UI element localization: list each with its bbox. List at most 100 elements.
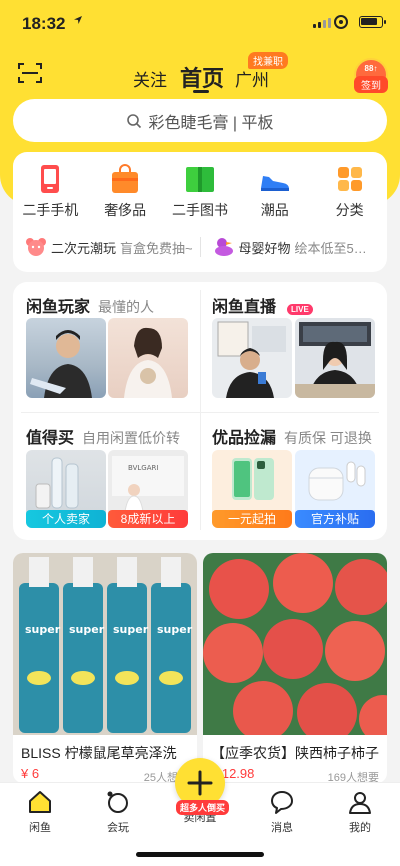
message-icon: [271, 791, 293, 814]
category-label: 奢侈品: [104, 202, 147, 218]
deal-photo-phone[interactable]: 一元起拍: [212, 450, 292, 528]
bag-icon: [112, 164, 139, 193]
section-title: 闲鱼直播: [212, 299, 277, 316]
deal-photo-airpods[interactable]: 官方补贴: [295, 450, 375, 528]
tab-messages[interactable]: 消息: [252, 789, 312, 835]
category-phones[interactable]: 二手手机: [15, 164, 85, 220]
person-photo: [30, 330, 92, 398]
location-arrow-icon: [74, 16, 82, 24]
shampoo-photo: super super super super: [13, 553, 197, 735]
tab-label: 闲鱼: [29, 822, 51, 834]
plus-icon: [187, 770, 213, 796]
play-icon: [107, 791, 128, 813]
feed-card-price: ¥ 6: [21, 766, 40, 781]
promo-title: 二次元潮玩: [51, 240, 117, 256]
promo-anime-toys[interactable]: 二次元潮玩 盲盒免费抽~: [13, 232, 200, 262]
category-label: 二手图书: [171, 202, 228, 218]
bear-icon: [26, 238, 46, 256]
section-subtitle: 最懂的人: [98, 299, 155, 315]
category-label: 二手手机: [22, 202, 79, 218]
section-subtitle: 有质保 可退换: [284, 430, 372, 446]
category-card: 二手手机 奢侈品 二手图书 潮品 分类 二次元潮玩 盲盒免费抽~ 母婴好物 绘本…: [13, 152, 387, 272]
divider: [200, 290, 201, 530]
phone-icon: [41, 165, 60, 193]
tag-one-yuan-start: 一元起拍: [212, 510, 292, 528]
battery-icon: [359, 16, 386, 28]
person-photo: [295, 322, 375, 398]
cellular-signal-icon: [313, 18, 331, 28]
tag-official-subsidy: 官方补贴: [295, 510, 375, 528]
product-feed: super super super super BLISS 柠檬鼠尾草亮泽洗 ¥…: [13, 553, 387, 783]
search-icon: [127, 113, 142, 128]
feature-grid-card: 闲鱼玩家 最懂的人 闲鱼直播 LIVE 值得买 自用闲置低价转 个人卖家 BVL…: [13, 282, 387, 540]
tab-xianyu[interactable]: 闲鱼: [10, 789, 70, 835]
signin-label[interactable]: 签到: [354, 76, 388, 93]
signin-points: 88↑: [364, 64, 378, 73]
persimmon-photo: [203, 553, 387, 735]
worth-photo-1[interactable]: 个人卖家: [26, 450, 106, 528]
section-live[interactable]: 闲鱼直播 LIVE: [212, 293, 313, 317]
category-trendy[interactable]: 潮品: [240, 164, 310, 220]
section-worth-buying[interactable]: 值得买 自用闲置低价转: [26, 424, 180, 448]
book-icon: [185, 167, 214, 192]
tab-label: 我的: [349, 822, 371, 834]
category-all[interactable]: 分类: [315, 164, 385, 220]
category-luxury[interactable]: 奢侈品: [90, 164, 160, 220]
scan-icon[interactable]: [18, 62, 42, 84]
tag-personal-seller: 个人卖家: [26, 510, 106, 528]
city-badge: 找兼职: [248, 52, 288, 69]
svg-text:super: super: [157, 623, 193, 636]
home-indicator[interactable]: [136, 852, 264, 857]
tab-me[interactable]: 我的: [330, 789, 390, 835]
person-photo: [124, 327, 172, 398]
worth-photo-2[interactable]: BVLGARI 8成新以上: [108, 450, 188, 528]
divider: [21, 412, 379, 413]
search-bar[interactable]: 彩色睫毛膏 | 平板: [13, 99, 387, 142]
tab-label: 消息: [271, 822, 293, 834]
tab-city[interactable]: 广州: [235, 66, 269, 91]
tab-play[interactable]: 会玩: [88, 789, 148, 835]
live-photo-1[interactable]: [212, 318, 292, 398]
category-label: 分类: [335, 202, 364, 218]
user-icon: [349, 792, 371, 814]
section-good-deals[interactable]: 优品捡漏 有质保 可退换: [212, 424, 372, 448]
tab-label: 会玩: [107, 822, 129, 834]
player-photo-2[interactable]: [108, 318, 188, 398]
section-title: 闲鱼玩家: [26, 299, 91, 316]
tab-follow[interactable]: 关注: [133, 66, 167, 91]
category-books[interactable]: 二手图书: [165, 164, 235, 220]
promo-title: 母婴好物: [238, 240, 291, 256]
feed-card-want-count: 169人想要: [327, 772, 379, 783]
grid-icon: [337, 167, 362, 191]
svg-text:BVLGARI: BVLGARI: [128, 464, 158, 472]
section-title: 优品捡漏: [212, 430, 277, 447]
feed-card-title: 【应季农货】陕西柿子柿子: [211, 745, 379, 761]
svg-text:super: super: [25, 623, 61, 636]
tab-home[interactable]: 首页: [180, 61, 224, 93]
sell-badge: 超多人倒买: [176, 800, 230, 815]
category-label: 潮品: [260, 202, 289, 218]
feed-card-persimmon[interactable]: 【应季农货】陕西柿子柿子 ¥ 12.98 169人想要: [203, 553, 387, 783]
promo-subtitle: 盲盒免费抽~: [120, 240, 193, 256]
search-placeholder: 彩色睫毛膏 | 平板: [148, 114, 274, 132]
wifi-icon: [334, 15, 348, 29]
svg-text:super: super: [69, 623, 105, 636]
status-bar: 18:32: [0, 0, 400, 48]
promo-baby-goods[interactable]: 母婴好物 绘本低至5…: [201, 232, 388, 262]
tag-80-percent-new: 8成新以上: [108, 510, 188, 528]
live-photo-2[interactable]: [295, 318, 375, 398]
section-subtitle: 自用闲置低价转: [82, 430, 181, 446]
player-photo-1[interactable]: [26, 318, 106, 398]
svg-text:super: super: [113, 623, 149, 636]
promo-subtitle: 绘本低至5…: [294, 240, 367, 256]
duck-icon: [214, 238, 233, 256]
person-photo: [217, 321, 286, 398]
status-time: 18:32: [22, 14, 66, 33]
sneaker-icon: [260, 176, 289, 191]
section-title: 值得买: [26, 430, 75, 447]
home-icon: [29, 791, 51, 813]
section-players[interactable]: 闲鱼玩家 最懂的人: [26, 293, 154, 317]
active-tab-indicator: [193, 90, 209, 93]
feed-card-title: BLISS 柠檬鼠尾草亮泽洗: [21, 745, 177, 761]
feed-card-shampoo[interactable]: super super super super BLISS 柠檬鼠尾草亮泽洗 ¥…: [13, 553, 197, 783]
